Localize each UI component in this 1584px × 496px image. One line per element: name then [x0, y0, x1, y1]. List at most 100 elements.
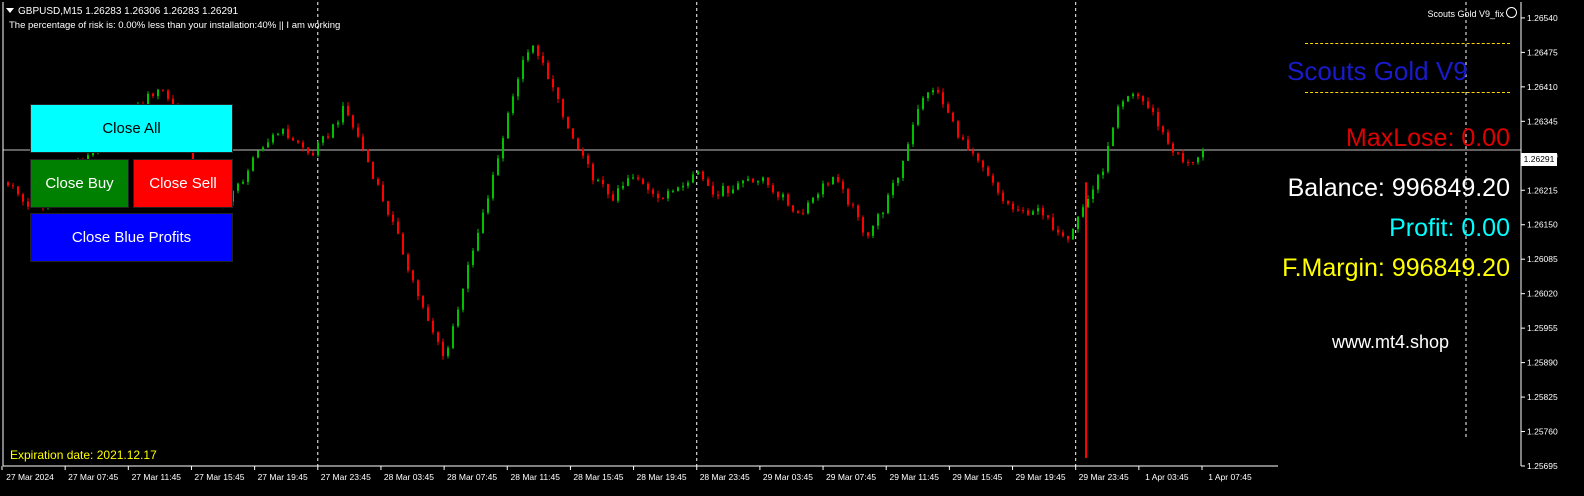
candle — [657, 190, 659, 203]
balance-value: Balance: 996849.20 — [1287, 174, 1510, 202]
candle — [937, 86, 939, 94]
candle — [987, 165, 989, 177]
candle — [932, 87, 934, 96]
candle — [1127, 95, 1129, 103]
candle — [807, 200, 809, 215]
x-tick-label: 28 Mar 15:45 — [573, 472, 623, 482]
symbol-line: GBPUSD,M15 1.26283 1.26306 1.26283 1.262… — [18, 6, 239, 17]
candle — [382, 181, 384, 203]
candle — [717, 190, 719, 200]
candle — [952, 111, 954, 123]
candle — [1022, 207, 1024, 214]
candle — [727, 185, 729, 197]
candle — [782, 192, 784, 201]
candle — [377, 177, 379, 186]
candle — [662, 197, 664, 200]
candle — [747, 175, 749, 182]
close-buy-button[interactable]: Close Buy — [30, 159, 129, 208]
candle — [817, 192, 819, 201]
candle — [1072, 228, 1074, 240]
candle — [1087, 195, 1089, 208]
candle — [27, 197, 29, 210]
x-tick-label: 29 Mar 19:45 — [1015, 472, 1065, 482]
candle — [927, 92, 929, 102]
candle — [1122, 99, 1124, 110]
y-tick-label: 1.25890 — [1527, 358, 1558, 368]
candle — [317, 141, 319, 158]
candle — [902, 160, 904, 182]
panel-divider-top — [1305, 43, 1510, 44]
candle — [917, 104, 919, 127]
candle — [1142, 95, 1144, 105]
candle — [707, 176, 709, 187]
candle — [792, 205, 794, 213]
candle — [402, 232, 404, 255]
candle — [992, 173, 994, 186]
close-sell-button[interactable]: Close Sell — [133, 159, 233, 208]
candle — [17, 186, 19, 197]
candle — [642, 177, 644, 185]
candle — [567, 116, 569, 129]
candle — [1132, 92, 1134, 99]
close-all-button[interactable]: Close All — [30, 104, 233, 153]
y-tick-label: 1.25760 — [1527, 427, 1558, 437]
collapse-triangle-icon[interactable] — [6, 8, 14, 13]
candle — [257, 150, 259, 159]
candle — [152, 92, 154, 99]
website-link[interactable]: www.mt4.shop — [1332, 332, 1449, 353]
candle — [342, 102, 344, 126]
candle — [922, 96, 924, 111]
candle — [242, 179, 244, 185]
candle — [542, 52, 544, 66]
candle — [897, 177, 899, 187]
candle — [692, 171, 694, 184]
candle — [967, 135, 969, 151]
candle — [842, 178, 844, 194]
candle — [472, 247, 474, 268]
candle — [1097, 173, 1099, 194]
candle — [582, 147, 584, 159]
candle — [492, 171, 494, 201]
candle — [437, 331, 439, 346]
candle — [977, 152, 979, 163]
candle — [337, 120, 339, 128]
x-tick-label: 28 Mar 07:45 — [447, 472, 497, 482]
candle — [162, 89, 164, 92]
candle — [787, 192, 789, 207]
candle — [602, 176, 604, 188]
candle — [442, 338, 444, 360]
candle — [962, 134, 964, 141]
candle — [1077, 216, 1079, 233]
candle — [237, 182, 239, 194]
candle — [912, 122, 914, 147]
candle — [857, 204, 859, 221]
candle — [672, 189, 674, 194]
x-tick-label: 27 Mar 07:45 — [68, 472, 118, 482]
candle — [737, 180, 739, 191]
close-blue-profits-button[interactable]: Close Blue Profits — [30, 213, 233, 262]
candle — [652, 187, 654, 198]
candle — [722, 182, 724, 198]
candle — [882, 211, 884, 219]
x-tick-label: 1 Apr 07:45 — [1208, 472, 1252, 482]
candle — [507, 111, 509, 140]
candle — [1082, 204, 1084, 218]
candle — [772, 182, 774, 195]
candle — [487, 195, 489, 215]
candle — [892, 179, 894, 199]
y-tick-label: 1.26215 — [1527, 185, 1558, 195]
candle — [1057, 225, 1059, 236]
candle — [462, 288, 464, 313]
candle — [947, 101, 949, 114]
candle — [1042, 205, 1044, 220]
candle — [1067, 235, 1069, 243]
y-tick-label: 1.26410 — [1527, 82, 1558, 92]
x-tick-label: 27 Mar 23:45 — [321, 472, 371, 482]
candle — [982, 159, 984, 172]
candle — [832, 176, 834, 185]
candle — [427, 304, 429, 322]
candle — [267, 138, 269, 148]
candle — [252, 156, 254, 172]
candle — [867, 231, 869, 239]
symbol-header: GBPUSD,M15 1.26283 1.26306 1.26283 1.262… — [6, 6, 238, 18]
